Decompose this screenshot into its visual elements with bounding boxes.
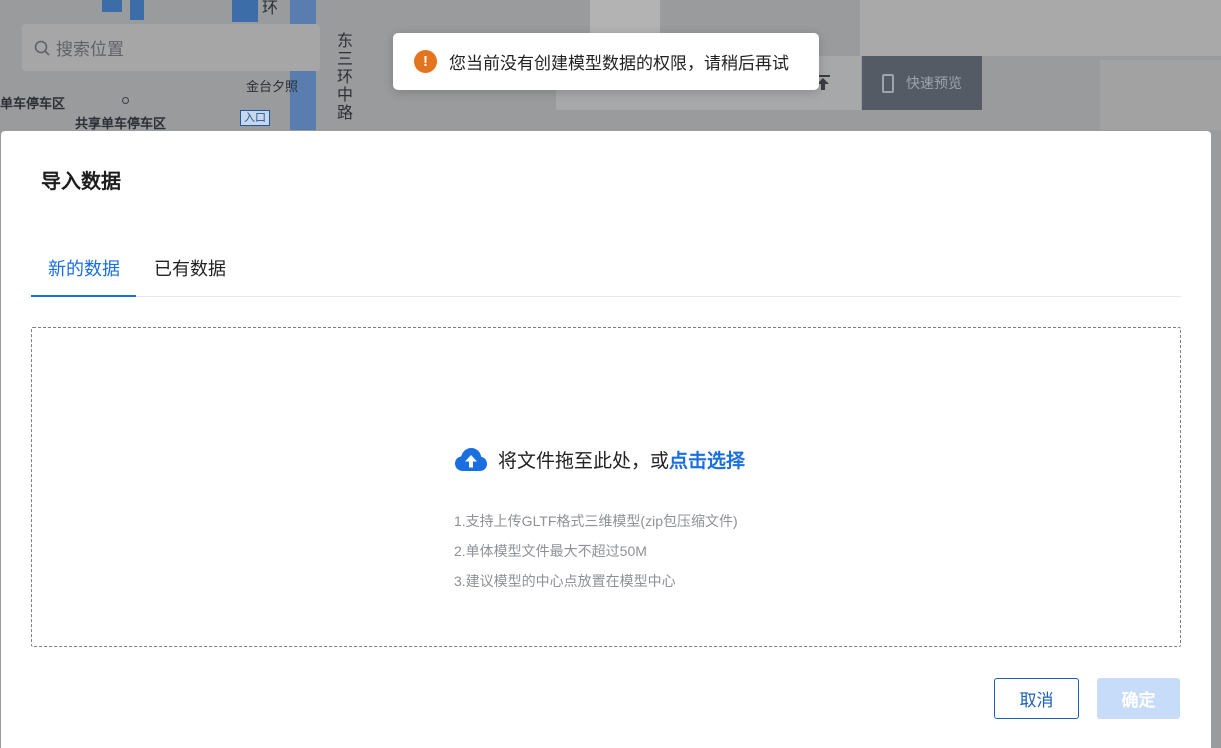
upload-tip: 1.支持上传GLTF格式三维模型(zip包压缩文件) — [454, 513, 738, 529]
dropzone-text: 将文件拖至此处，或 — [498, 451, 670, 472]
upload-tip: 3.建议模型的中心点放置在模型中心 — [454, 573, 676, 589]
toast-message: 您当前没有创建模型数据的权限，请稍后再试 — [449, 54, 789, 73]
file-dropzone[interactable]: 将文件拖至此处，或 点击选择 1.支持上传GLTF格式三维模型(zip包压缩文件… — [31, 327, 1181, 647]
dropzone-prompt: 将文件拖至此处，或 点击选择 — [455, 446, 745, 473]
map-entrance-sign: 入口 — [240, 110, 270, 126]
permission-toast: ! 您当前没有创建模型数据的权限，请稍后再试 — [393, 33, 819, 90]
map-label-bike-parking: 单车停车区 — [0, 96, 66, 111]
map-label-shared-bike-parking: 共享单车停车区 — [75, 116, 167, 131]
tab-existing-data[interactable]: 已有数据 — [154, 255, 226, 281]
cancel-button[interactable]: 取消 — [994, 678, 1079, 719]
upload-tips: 1.支持上传GLTF格式三维模型(zip包压缩文件) 2.单体模型文件最大不超过… — [454, 506, 738, 596]
import-data-dialog: 导入数据 新的数据 已有数据 将文件拖至此处，或 点击选择 1.支持上传GLTF… — [1, 131, 1211, 748]
map-road — [232, 0, 258, 22]
cloud-upload-icon — [455, 447, 487, 471]
tab-bar: 新的数据 已有数据 — [31, 237, 1181, 297]
map-road — [102, 0, 122, 12]
map-label-jintai: 金台夕照 — [246, 79, 299, 94]
phone-icon — [882, 73, 894, 93]
map-label-east-third-ring: 东三环中路 — [334, 32, 351, 122]
search-icon — [34, 40, 50, 56]
warning-icon: ! — [414, 50, 437, 73]
map-search-box[interactable]: 搜索位置 — [22, 24, 320, 71]
tab-new-data[interactable]: 新的数据 — [48, 255, 120, 281]
upload-tip: 2.单体模型文件最大不超过50M — [454, 543, 647, 559]
map-block — [860, 0, 1221, 56]
quick-preview-label: 快速预览 — [906, 75, 962, 91]
confirm-button[interactable]: 确定 — [1097, 678, 1180, 719]
search-input[interactable]: 搜索位置 — [56, 35, 124, 60]
dialog-title: 导入数据 — [41, 171, 121, 193]
select-file-link[interactable]: 点击选择 — [669, 446, 745, 473]
map-road — [130, 0, 144, 20]
map-poi-dot — [122, 97, 129, 104]
tab-active-indicator — [31, 295, 136, 297]
map-label-ring: 环 — [262, 0, 279, 17]
map-block — [1100, 60, 1221, 130]
quick-preview-button[interactable]: 快速预览 — [862, 56, 982, 110]
